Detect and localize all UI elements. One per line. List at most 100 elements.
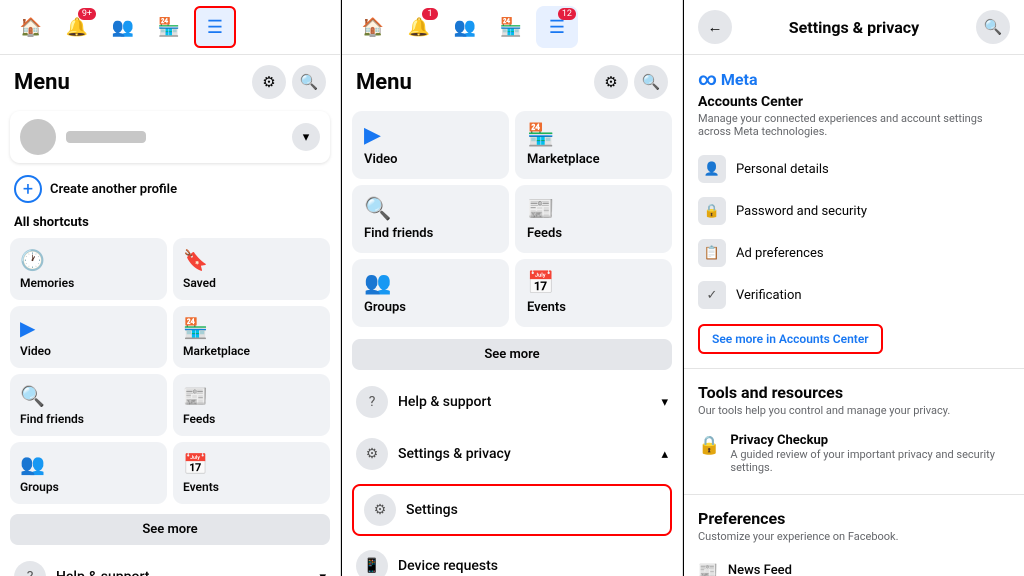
ad-preferences-link[interactable]: 📋 Ad preferences	[698, 232, 1010, 274]
shortcut-events[interactable]: 📅 Events	[173, 442, 330, 504]
personal-details-link[interactable]: 👤 Personal details	[698, 148, 1010, 190]
marketplace-label: Marketplace	[183, 344, 320, 358]
notifications-nav-icon[interactable]: 🔔 9+	[56, 6, 98, 48]
p2-device-requests-item[interactable]: 📱 Device requests	[342, 540, 682, 576]
p2-sp-label: Settings & privacy	[398, 446, 511, 462]
accounts-center-title: Accounts Center	[698, 94, 1010, 110]
p2-findfriends-card[interactable]: 🔍 Find friends	[352, 185, 509, 253]
menu-title-2: Menu	[356, 70, 412, 95]
p2-marketplace-icon: 🏪	[527, 123, 660, 148]
help-icon: ?	[14, 561, 46, 576]
p2-help-support-item[interactable]: ? Help & support ▾	[342, 376, 682, 428]
tools-section: Tools and resources Our tools help you c…	[684, 369, 1024, 495]
shortcut-memories[interactable]: 🕐 Memories	[10, 238, 167, 300]
p2-groups-card[interactable]: 👥 Groups	[352, 259, 509, 327]
nav-bar-1: 🏠 🔔 9+ 👥 🏪 ☰	[0, 0, 340, 55]
help-label: Help & support	[56, 569, 149, 576]
settings-icon-btn[interactable]: ⚙	[252, 65, 286, 99]
p2-help-chevron: ▾	[661, 395, 668, 410]
p2-see-more-btn[interactable]: See more	[352, 339, 672, 370]
p2-notifications-nav[interactable]: 🔔 1	[398, 6, 440, 48]
personal-details-label: Personal details	[736, 162, 829, 177]
meta-accounts-section: ∞ Meta Accounts Center Manage your conne…	[684, 55, 1024, 369]
password-security-link[interactable]: 🔒 Password and security	[698, 190, 1010, 232]
p2-video-card[interactable]: ▶ Video	[352, 111, 509, 179]
friends-nav-icon[interactable]: 👥	[102, 6, 144, 48]
verification-link[interactable]: ✓ Verification	[698, 274, 1010, 316]
p2-help-icon: ?	[356, 386, 388, 418]
find-friends-icon: 🔍	[20, 384, 157, 408]
p2-menu-badge: 12	[558, 8, 576, 20]
p2-findfriends-icon: 🔍	[364, 197, 497, 222]
p2-help-left: ? Help & support	[356, 386, 491, 418]
p2-feeds-icon: 📰	[527, 197, 660, 222]
feeds-label: Feeds	[183, 412, 320, 426]
password-security-label: Password and security	[736, 204, 867, 219]
meta-infinity-icon: ∞	[698, 69, 717, 90]
shortcut-feeds[interactable]: 📰 Feeds	[173, 374, 330, 436]
settings-header-title: Settings & privacy	[789, 18, 919, 37]
profile-name	[66, 131, 146, 143]
shortcut-groups[interactable]: 👥 Groups	[10, 442, 167, 504]
search-icon-btn[interactable]: 🔍	[292, 65, 326, 99]
ad-preferences-icon: 📋	[698, 239, 726, 267]
shortcuts-grid: 🕐 Memories 🔖 Saved ▶ Video 🏪 Marketplace…	[0, 234, 340, 508]
create-profile-row[interactable]: + Create another profile	[0, 169, 340, 209]
p2-menu-nav[interactable]: ☰ 12	[536, 6, 578, 48]
p2-search-icon-btn[interactable]: 🔍	[634, 65, 668, 99]
help-chevron: ▾	[319, 570, 326, 576]
p2-friends-nav[interactable]: 👥	[444, 6, 486, 48]
p2-marketplace-card[interactable]: 🏪 Marketplace	[515, 111, 672, 179]
panel-3: ← Settings & privacy 🔍 ∞ Meta Accounts C…	[684, 0, 1024, 576]
shortcut-find-friends[interactable]: 🔍 Find friends	[10, 374, 167, 436]
panel-2-scroll: ▶ Video 🏪 Marketplace 🔍 Find friends 📰 F…	[342, 105, 682, 576]
p2-findfriends-label: Find friends	[364, 226, 497, 241]
p2-settings-sub-label: Settings	[406, 502, 458, 518]
privacy-checkup-text: Privacy Checkup A guided review of your …	[730, 433, 1010, 474]
see-more-btn-1[interactable]: See more	[10, 514, 330, 545]
settings-search-btn[interactable]: 🔍	[976, 10, 1010, 44]
p2-marketplace-nav[interactable]: 🏪	[490, 6, 532, 48]
p2-sp-icon: ⚙	[356, 438, 388, 470]
p2-dr-icon: 📱	[356, 550, 388, 576]
p2-settings-icon-btn[interactable]: ⚙	[594, 65, 628, 99]
panel-1: 🏠 🔔 9+ 👥 🏪 ☰ Menu ⚙ 🔍 ▾ + Create anothe	[0, 0, 341, 576]
panel-2: 🏠 🔔 1 👥 🏪 ☰ 12 Menu ⚙ 🔍 ▶ Video 🏪	[342, 0, 683, 576]
p2-events-label: Events	[527, 300, 660, 315]
see-more-accounts-btn[interactable]: See more in Accounts Center	[698, 324, 883, 354]
accounts-center-desc: Manage your connected experiences and ac…	[698, 112, 1010, 138]
privacy-checkup-item[interactable]: 🔒 Privacy Checkup A guided review of you…	[698, 427, 1010, 480]
p2-home-nav[interactable]: 🏠	[352, 6, 394, 48]
p2-settings-subitem[interactable]: ⚙ Settings	[352, 484, 672, 536]
p2-video-icon: ▶	[364, 123, 497, 148]
news-feed-label: News Feed	[728, 563, 792, 576]
news-feed-pref[interactable]: 📰 News Feed	[698, 553, 1010, 576]
meta-logo-text: Meta	[721, 70, 758, 89]
p2-feeds-card[interactable]: 📰 Feeds	[515, 185, 672, 253]
shortcut-marketplace[interactable]: 🏪 Marketplace	[173, 306, 330, 368]
ad-preferences-label: Ad preferences	[736, 246, 824, 261]
privacy-checkup-title: Privacy Checkup	[730, 433, 1010, 448]
prefs-section: Preferences Customize your experience on…	[684, 495, 1024, 576]
shortcut-video[interactable]: ▶ Video	[10, 306, 167, 368]
tools-title: Tools and resources	[698, 383, 1010, 402]
marketplace-nav-icon[interactable]: 🏪	[148, 6, 190, 48]
settings-content: ∞ Meta Accounts Center Manage your conne…	[684, 55, 1024, 576]
back-btn[interactable]: ←	[698, 10, 732, 44]
menu-nav-icon[interactable]: ☰	[194, 6, 236, 48]
shortcut-saved[interactable]: 🔖 Saved	[173, 238, 330, 300]
shortcuts-label: All shortcuts	[0, 209, 340, 234]
profile-row[interactable]: ▾	[10, 111, 330, 163]
groups-icon: 👥	[20, 452, 157, 476]
tools-desc: Our tools help you control and manage yo…	[698, 404, 1010, 417]
events-label: Events	[183, 480, 320, 494]
help-support-item[interactable]: ? Help & support ▾	[0, 551, 340, 576]
p2-settings-privacy-item[interactable]: ⚙ Settings & privacy ▴	[342, 428, 682, 480]
video-icon: ▶	[20, 316, 157, 340]
plus-icon: +	[14, 175, 42, 203]
saved-label: Saved	[183, 276, 320, 290]
prefs-desc: Customize your experience on Facebook.	[698, 530, 1010, 543]
home-nav-icon[interactable]: 🏠	[10, 6, 52, 48]
profile-chevron[interactable]: ▾	[292, 123, 320, 151]
p2-events-card[interactable]: 📅 Events	[515, 259, 672, 327]
